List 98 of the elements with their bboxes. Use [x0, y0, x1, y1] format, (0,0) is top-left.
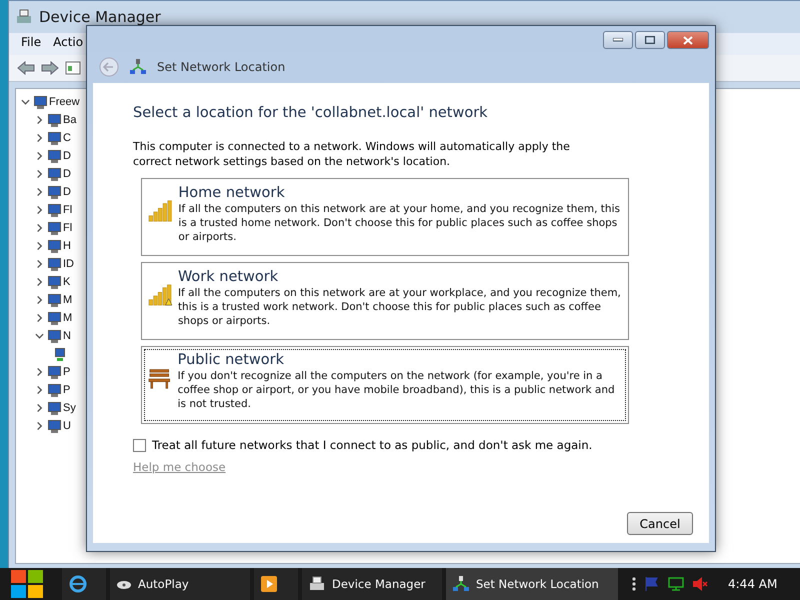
tree-item[interactable]: Fl [63, 222, 72, 234]
taskbar-button[interactable] [254, 568, 298, 600]
taskbar-button[interactable]: Set Network Location [446, 568, 618, 600]
network-option[interactable]: Home network If all the computers on this network are at your home, and you recognize them, this is a trusted home network. Don't choose this for public places such as coffee shops or airports. [141, 178, 629, 256]
device-icon [48, 294, 61, 306]
tree-item[interactable]: Fl [63, 204, 72, 216]
minimize-icon [613, 38, 623, 42]
tree-item[interactable]: Sy [63, 402, 76, 414]
close-button[interactable] [667, 31, 709, 49]
device-icon [48, 114, 61, 126]
tree-item[interactable]: Freew [49, 96, 80, 108]
option-title: Public network [178, 352, 286, 368]
tree-item[interactable]: H [63, 240, 71, 252]
start-icon[interactable] [10, 569, 44, 599]
maximize-button[interactable] [635, 31, 665, 49]
speaker-icon[interactable] [692, 576, 708, 592]
chevron-icon[interactable] [35, 115, 44, 125]
chevron-icon[interactable] [35, 295, 44, 305]
device-icon [48, 204, 61, 216]
intro-text: This computer is connected to a network. Windows will automatically apply the correct network settings based on the network's location. [133, 139, 571, 169]
chevron-icon[interactable] [35, 151, 44, 161]
device-icon [48, 330, 61, 342]
menu-item[interactable]: File [21, 35, 42, 53]
chevron-icon[interactable] [35, 205, 44, 215]
tree-item[interactable]: M [63, 312, 72, 324]
maximize-icon [645, 36, 655, 44]
chevron-icon[interactable] [35, 331, 44, 341]
device-icon [48, 132, 61, 144]
chevron-icon[interactable] [35, 385, 44, 395]
checkbox-label: Treat all future networks that I connect to as public, and don't ask me again. [152, 438, 592, 452]
taskbar-button[interactable]: AutoPlay [110, 568, 250, 600]
menu-item[interactable]: Actio [53, 35, 84, 53]
cancel-button[interactable]: Cancel [627, 512, 693, 535]
window-title: Device Manager [39, 8, 161, 26]
device-icon [48, 420, 61, 432]
dialog-title: Set Network Location [157, 60, 286, 74]
tree-item[interactable]: U [63, 420, 71, 432]
option-description: If all the computers on this network are at your home, and you recognize them, this is a trusted home network. Don't choose this for public places such as coffee shops or airports. [178, 202, 621, 244]
chevron-icon[interactable] [35, 421, 44, 431]
back-icon[interactable] [17, 61, 35, 75]
taskbar-button[interactable] [62, 568, 106, 600]
printer-icon [15, 8, 33, 26]
chevron-icon[interactable] [35, 367, 44, 377]
tree-item[interactable]: P [63, 384, 70, 396]
tree-item[interactable]: D [63, 186, 71, 198]
tree-item[interactable]: D [63, 168, 71, 180]
minimize-button[interactable] [603, 31, 633, 49]
tree-item[interactable]: M [63, 294, 72, 306]
device-icon [48, 366, 61, 378]
device-icon [48, 240, 61, 252]
clock: 4:44 AM [728, 577, 778, 591]
option-title: Home network [178, 185, 286, 201]
overflow-icon[interactable] [632, 576, 636, 592]
chevron-icon[interactable] [35, 223, 44, 233]
tree-item[interactable]: D [63, 150, 71, 162]
device-icon [48, 186, 61, 198]
device-icon [48, 384, 61, 396]
network-option[interactable]: Public network If you don't recognize all the computers on the network (for example, you're in a coffee shop or airport, or you have mobile broadband), this is a public network and is not trusted. [141, 346, 629, 424]
device-icon [48, 312, 61, 324]
chevron-icon[interactable] [35, 277, 44, 287]
tree-item[interactable]: N [63, 330, 71, 342]
network-icon [129, 58, 147, 76]
network-adapter-icon [55, 348, 65, 360]
option-description: If you don't recognize all the computers on the network (for example, you're in a coffee shop or airport, or you have mobile broadband), this is a public network and is not trusted. [178, 369, 616, 411]
checkbox[interactable] [133, 438, 146, 452]
chevron-icon[interactable] [21, 97, 30, 107]
properties-icon[interactable] [65, 61, 81, 75]
chevron-icon[interactable] [35, 133, 44, 143]
network-icon [452, 575, 470, 593]
device-icon [34, 96, 47, 108]
tree-item[interactable]: ID [63, 258, 74, 270]
device-icon [48, 258, 61, 270]
chevron-icon[interactable] [35, 241, 44, 251]
chevron-icon[interactable] [35, 259, 44, 269]
heading: Select a location for the 'collabnet.local' network [133, 105, 489, 121]
forward-icon[interactable] [41, 61, 59, 75]
printer-icon [308, 575, 326, 593]
chevron-icon[interactable] [35, 169, 44, 179]
browser-icon [68, 574, 88, 594]
device-icon [48, 150, 61, 162]
option-title: Work network [178, 269, 280, 285]
chevron-icon[interactable] [35, 187, 44, 197]
tree-item[interactable]: P [63, 366, 70, 378]
option-description: If all the computers on this network are at your workplace, and you recognize them, this is a trusted work network. Don't choose this for public places such as coffee shops or airports. [178, 286, 622, 328]
device-icon [48, 168, 61, 180]
play-icon [260, 575, 278, 593]
device-icon [48, 222, 61, 234]
tree-item[interactable]: K [63, 276, 70, 288]
tree-item[interactable]: C [63, 132, 71, 144]
device-icon [48, 276, 61, 288]
taskbar-button[interactable]: Device Manager [302, 568, 442, 600]
network-option[interactable]: Work network If all the computers on this network are at your workplace, and you recognize them, this is a trusted work network. Don't choose this for public places such as coffee shops or airports. [141, 262, 629, 340]
monitor-icon[interactable] [668, 576, 684, 592]
device-icon [48, 402, 61, 414]
chevron-icon[interactable] [35, 313, 44, 323]
tree-item[interactable]: Ba [63, 114, 76, 126]
close-icon [683, 36, 693, 44]
chevron-icon[interactable] [35, 403, 44, 413]
